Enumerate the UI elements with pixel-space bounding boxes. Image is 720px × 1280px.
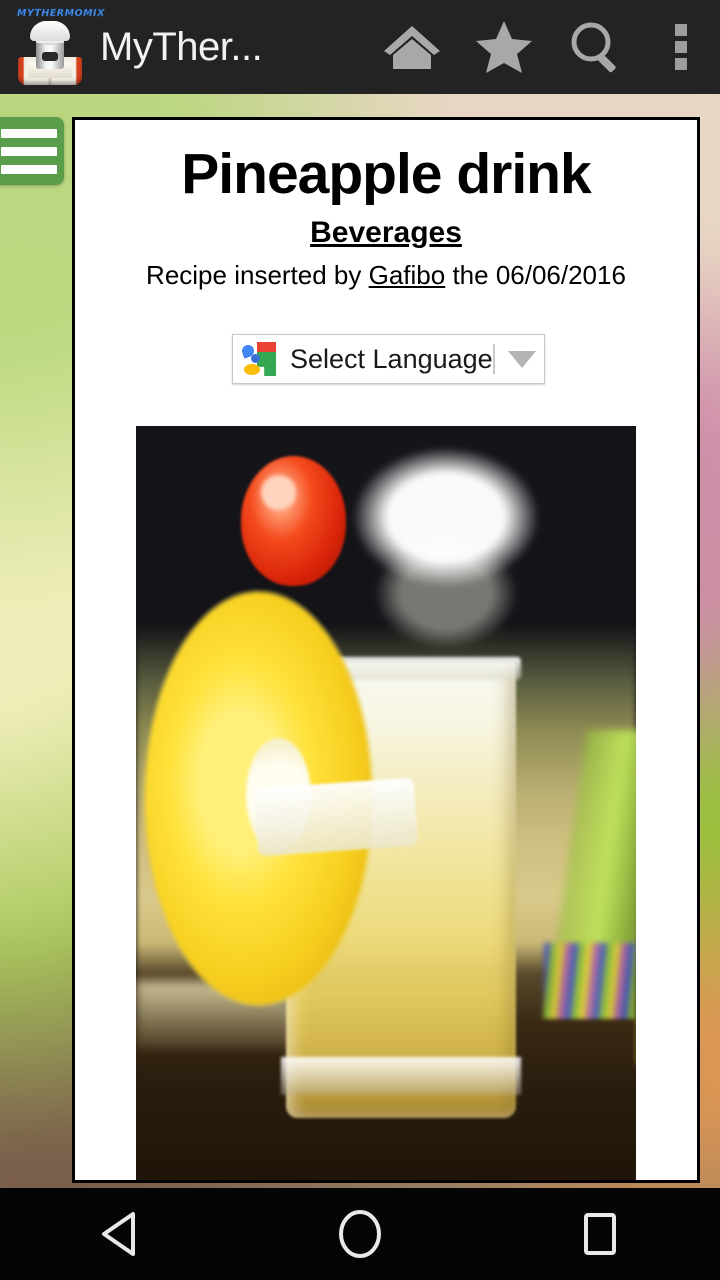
photo-cherry-highlight — [261, 475, 296, 510]
photo-cherry — [241, 456, 346, 586]
logo-chef-hat-shape — [30, 21, 70, 41]
hamburger-menu-button[interactable] — [0, 117, 64, 185]
hamburger-bar-3 — [1, 164, 57, 174]
hamburger-bar-2 — [1, 146, 57, 156]
nav-recents-button[interactable] — [500, 1188, 700, 1280]
hamburger-bar-1 — [1, 128, 57, 138]
app-logo-icon: MYTHERMOMIX — [14, 7, 105, 87]
chevron-down-icon — [507, 350, 536, 368]
recipe-photo[interactable] — [136, 426, 636, 1180]
nav-home-button[interactable] — [260, 1188, 460, 1280]
recipe-meta-middle: the — [445, 259, 496, 290]
recipe-author-link[interactable]: Gafibo — [369, 260, 446, 290]
gt-yellow-shape — [244, 364, 260, 375]
select-language-label: Select Language — [290, 343, 493, 374]
app-screen: MYTHERMOMIX MyTher... Pineapple drink Be… — [0, 0, 720, 1280]
nav-back-button[interactable] — [20, 1188, 220, 1280]
gt-blue-shape-b — [251, 354, 260, 363]
google-translate-icon — [240, 342, 276, 376]
app-title: MyTher... — [100, 24, 263, 69]
favorites-button[interactable] — [458, 0, 550, 94]
recipe-meta: Recipe inserted by Gafibo the 06/06/2016 — [75, 260, 697, 291]
recipe-meta-prefix: Recipe inserted by — [146, 259, 369, 290]
back-icon — [102, 1212, 135, 1256]
overflow-menu-button[interactable] — [642, 0, 720, 94]
search-icon — [571, 22, 616, 73]
overflow-menu-icon — [675, 24, 687, 70]
recipe-date: 06/06/2016 — [495, 259, 626, 290]
logo-face-shape — [42, 52, 58, 61]
app-toolbar: MYTHERMOMIX MyTher... — [0, 0, 720, 94]
gt-green-shape — [257, 352, 276, 376]
app-logo-wordmark: MYTHERMOMIX — [17, 8, 105, 19]
dropdown-arrow-button[interactable] — [495, 350, 549, 368]
photo-glass-base — [281, 1056, 521, 1095]
recipe-title: Pineapple drink — [181, 142, 591, 206]
star-icon — [476, 21, 532, 73]
photo-straw — [253, 777, 419, 858]
recents-square-icon — [584, 1213, 616, 1255]
home-icon — [384, 26, 440, 69]
recipe-category-link[interactable]: Beverages — [75, 216, 697, 250]
system-navigation-bar — [0, 1188, 720, 1280]
toolbar-actions — [366, 0, 720, 94]
search-button[interactable] — [550, 0, 642, 94]
home-circle-icon — [339, 1210, 381, 1258]
select-language-dropdown[interactable]: Select Language — [232, 334, 545, 384]
home-button[interactable] — [366, 0, 458, 94]
recipe-card: Pineapple drink Beverages Recipe inserte… — [72, 117, 700, 1183]
